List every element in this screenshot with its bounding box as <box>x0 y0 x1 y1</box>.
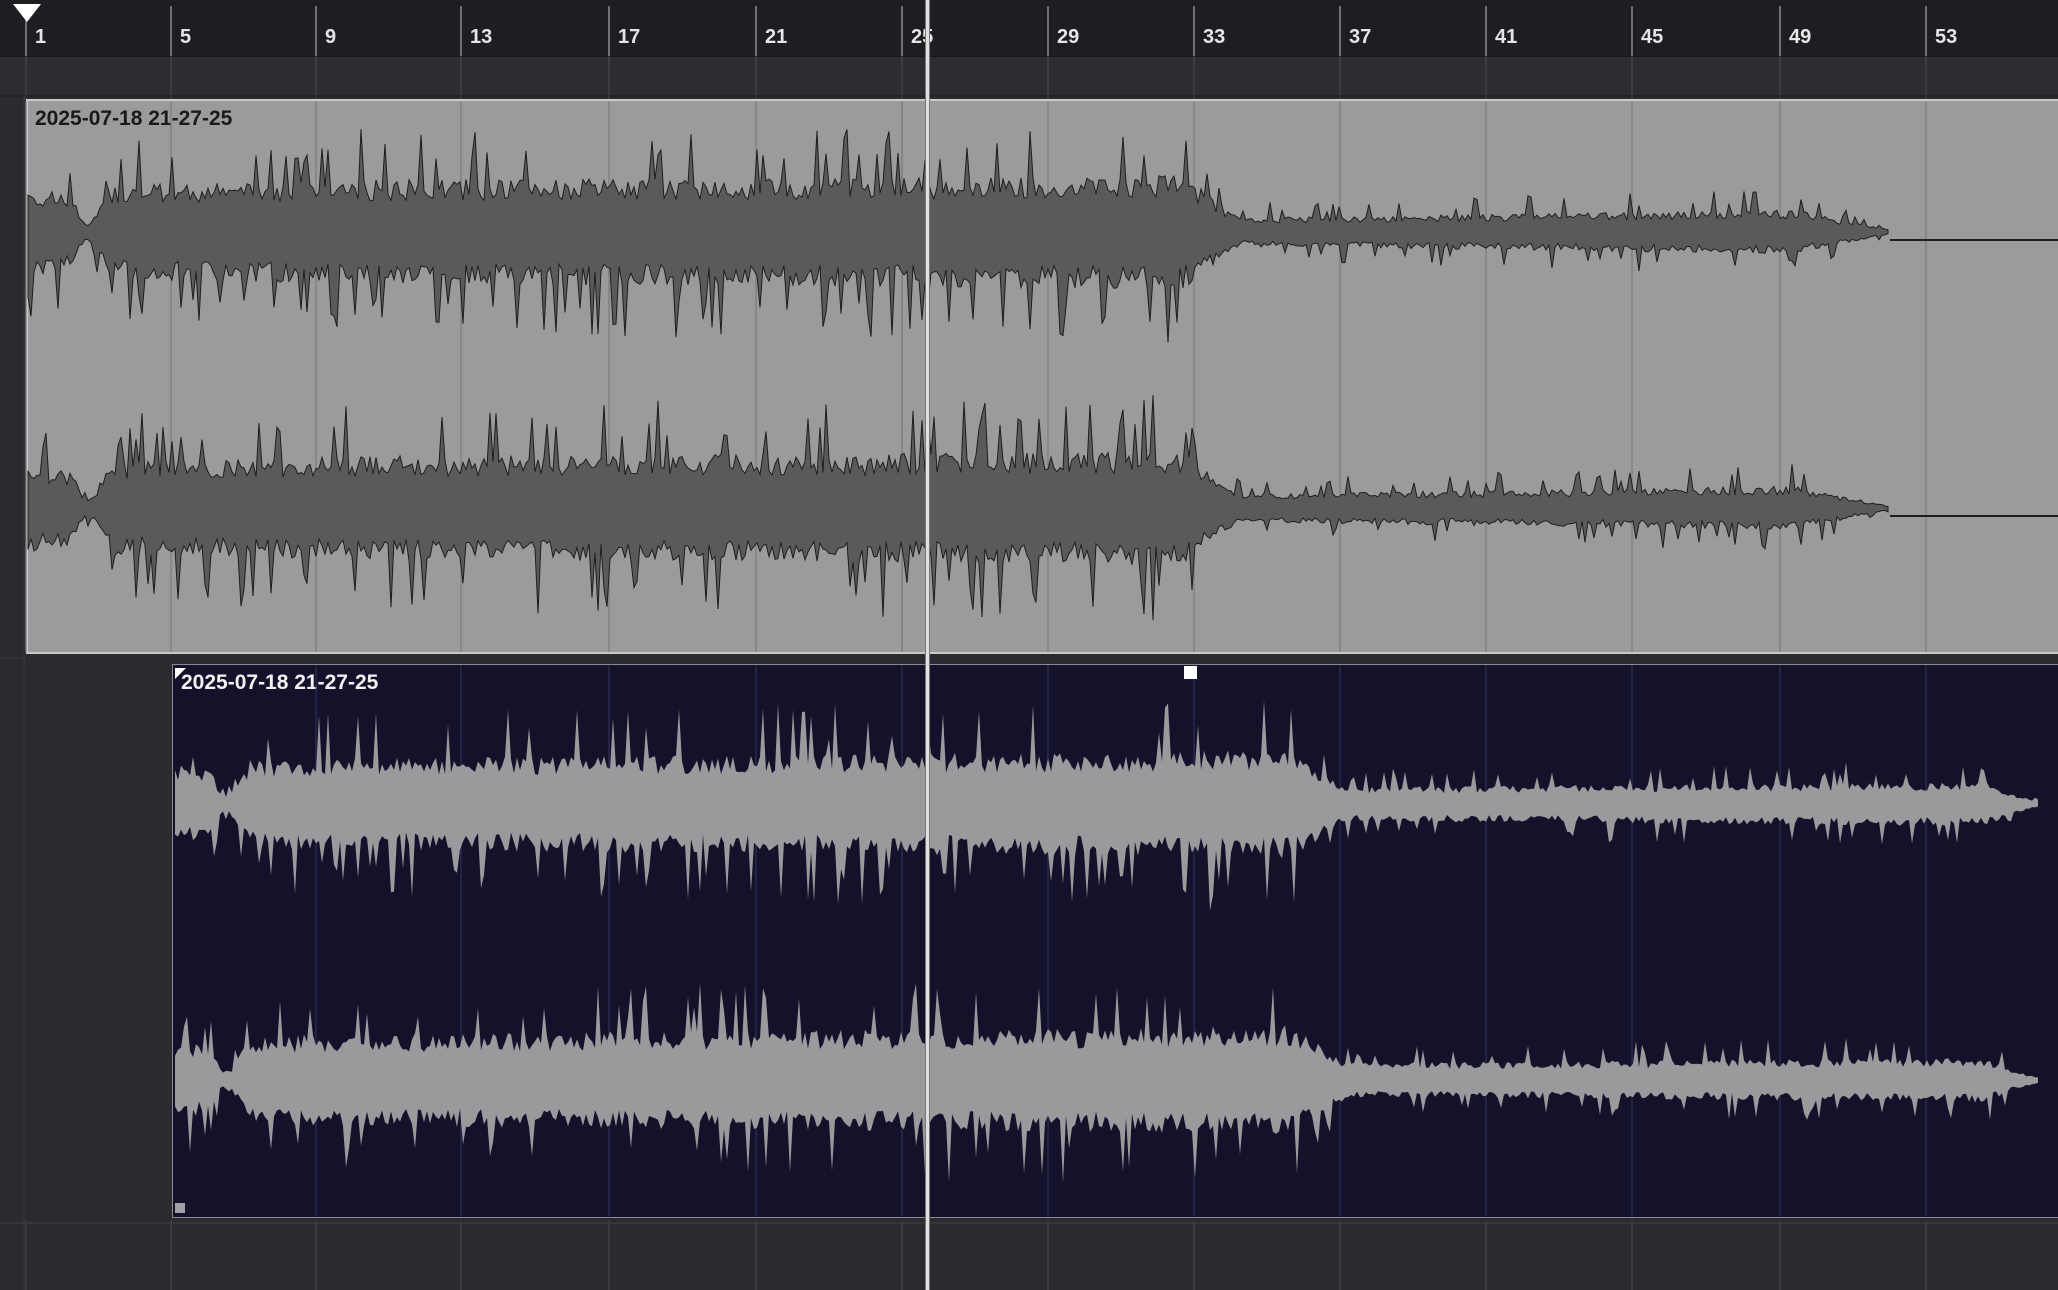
project-window: 1 5 9 13 17 21 25 29 33 37 41 45 49 53 2025-07-18 21-… <box>0 0 2058 1290</box>
waveform-channel <box>27 395 1889 621</box>
project-cursor-line[interactable] <box>925 0 930 1290</box>
volume-handle-icon[interactable] <box>1184 666 1197 679</box>
event-start-handle-icon[interactable] <box>175 668 186 679</box>
playhead-triangle-icon[interactable] <box>13 4 41 22</box>
waveform-channel <box>27 129 1889 343</box>
resize-handle-icon[interactable] <box>175 1203 185 1213</box>
waveform-layer <box>27 129 2058 1183</box>
waveform-channel <box>175 982 2038 1183</box>
waveform-channel <box>175 700 2038 911</box>
